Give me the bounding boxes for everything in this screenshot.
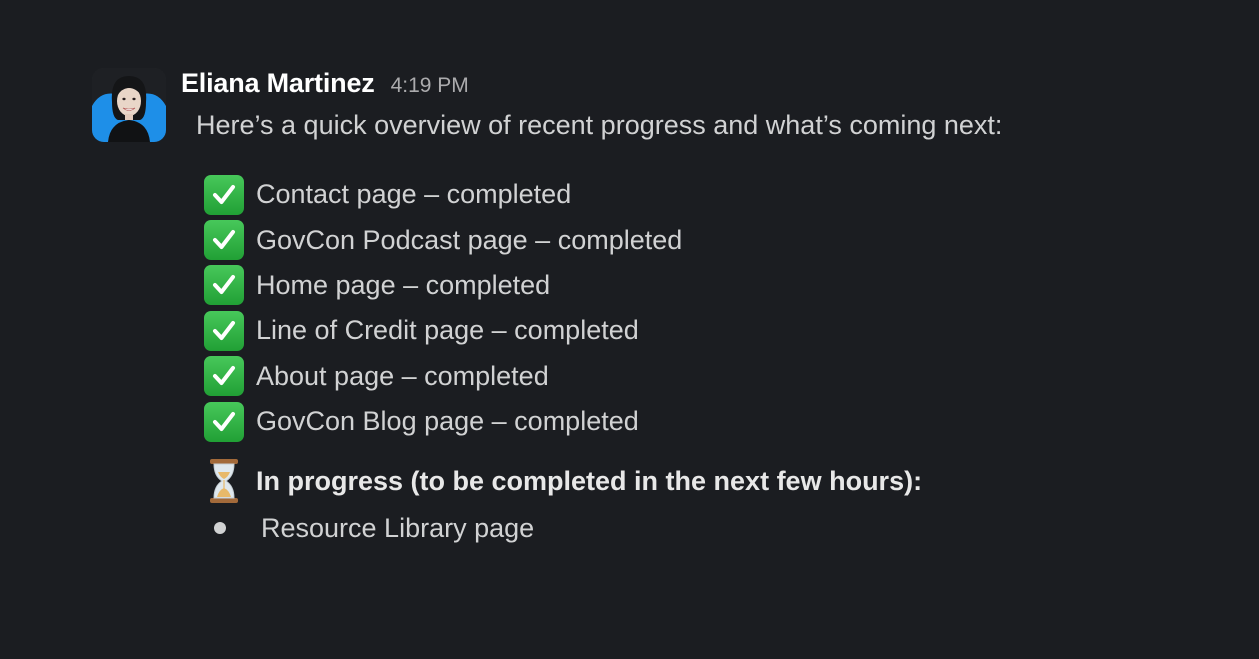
list-item: Line of Credit page – completed bbox=[204, 308, 682, 353]
message-intro-text: Here’s a quick overview of recent progre… bbox=[196, 110, 1003, 140]
in-progress-heading-text: In progress (to be completed in the next… bbox=[256, 465, 923, 496]
in-progress-list: Resource Library page bbox=[204, 508, 534, 548]
message-header: Eliana Martinez 4:19 PM bbox=[181, 68, 469, 102]
list-item-label: GovCon Podcast page – completed bbox=[256, 224, 683, 255]
avatar[interactable] bbox=[92, 68, 166, 142]
author-name[interactable]: Eliana Martinez bbox=[181, 68, 375, 99]
check-mark-icon bbox=[204, 401, 244, 442]
list-item-label: About page – completed bbox=[256, 360, 549, 391]
bullet-icon bbox=[214, 522, 226, 534]
list-item: Resource Library page bbox=[204, 508, 534, 548]
list-item: Home page – completed bbox=[204, 263, 682, 308]
list-item-label: Contact page – completed bbox=[256, 179, 572, 210]
list-item-label: Resource Library page bbox=[261, 512, 535, 543]
list-item: About page – completed bbox=[204, 354, 682, 399]
in-progress-heading: In progress (to be completed in the next… bbox=[204, 458, 922, 504]
list-item: Contact page – completed bbox=[204, 172, 682, 217]
message-timestamp[interactable]: 4:19 PM bbox=[391, 74, 469, 98]
check-mark-icon bbox=[204, 174, 244, 215]
list-item: GovCon Podcast page – completed bbox=[204, 217, 682, 262]
completed-list: Contact page – completed GovCon Podcast … bbox=[204, 172, 682, 444]
list-item-label: Home page – completed bbox=[256, 269, 551, 300]
check-mark-icon bbox=[204, 220, 244, 261]
check-mark-icon bbox=[204, 356, 244, 397]
hourglass-icon bbox=[204, 458, 244, 504]
list-item-label: GovCon Blog page – completed bbox=[256, 406, 639, 437]
check-mark-icon bbox=[204, 265, 244, 306]
check-mark-icon bbox=[204, 310, 244, 351]
list-item-label: Line of Credit page – completed bbox=[256, 315, 639, 346]
avatar-photo bbox=[92, 68, 166, 142]
list-item: GovCon Blog page – completed bbox=[204, 399, 682, 444]
